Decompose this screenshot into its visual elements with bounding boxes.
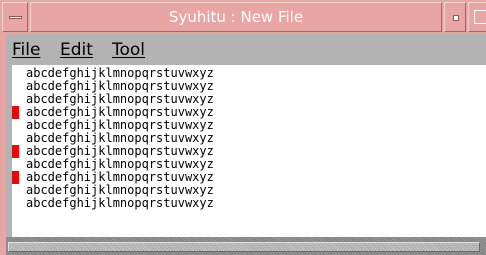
line-marker[interactable]: [12, 145, 19, 158]
menu-edit[interactable]: Edit: [60, 40, 93, 60]
menu-edit-mnemonic: E: [60, 40, 71, 60]
title-area[interactable]: Syuhitu : New File: [30, 2, 442, 32]
window-title: Syuhitu : New File: [168, 8, 304, 26]
minimize-button[interactable]: [444, 2, 466, 32]
menu-file-label: ile: [20, 40, 41, 60]
window-menu-button[interactable]: [2, 2, 28, 32]
window-menu-icon: [9, 16, 22, 19]
menu-edit-label: dit: [70, 40, 93, 60]
menu-tool-label: ool: [119, 40, 146, 60]
menu-file-mnemonic: F: [12, 40, 21, 60]
horizontal-scrollbar-thumb[interactable]: [8, 242, 480, 252]
app-window: Syuhitu : New File File Edit Tool abcdef…: [0, 0, 486, 255]
menu-tool[interactable]: Tool: [112, 40, 145, 60]
menu-tool-mnemonic: T: [112, 40, 120, 60]
menu-bar: File Edit Tool: [6, 34, 486, 64]
maximize-icon: [474, 10, 486, 24]
menu-file[interactable]: File: [12, 40, 40, 60]
line-marker[interactable]: [12, 106, 19, 119]
title-bar[interactable]: Syuhitu : New File: [0, 0, 486, 34]
maximize-button[interactable]: [468, 2, 486, 32]
line-marker[interactable]: [12, 171, 19, 184]
editor-line: abcdefghijklmnopqrstuvwxyz: [26, 196, 214, 210]
minimize-icon: [453, 15, 459, 21]
